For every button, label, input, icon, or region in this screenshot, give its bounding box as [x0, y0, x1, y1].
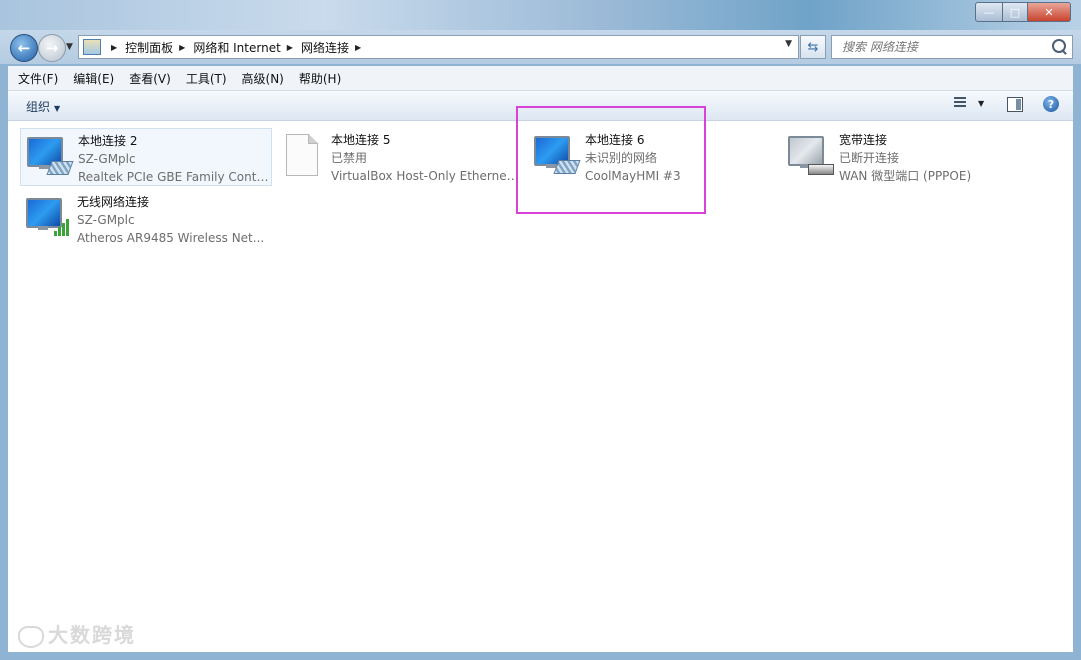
chevron-right-icon[interactable]: ▶ — [287, 43, 293, 52]
search-box[interactable] — [831, 35, 1073, 59]
breadcrumb-control-panel[interactable]: 控制面板 — [125, 39, 173, 56]
connection-device: Atheros AR9485 Wireless Net... — [77, 231, 265, 245]
address-bar[interactable]: ▶ 控制面板 ▶ 网络和 Internet ▶ 网络连接 ▶ ▼ — [78, 35, 799, 59]
connection-item-broadband[interactable]: 宽带连接 已断开连接 WAN 微型端口 (PPPOE) — [782, 128, 1032, 184]
window-controls: — □ ✕ — [975, 2, 1071, 22]
wireless-network-icon — [24, 194, 74, 242]
breadcrumb-network-connections[interactable]: 网络连接 — [301, 39, 349, 56]
refresh-icon: ⇆ — [807, 39, 819, 55]
control-panel-icon — [83, 39, 101, 55]
view-dropdown-icon[interactable]: ▼ — [978, 99, 984, 108]
connection-status: 已断开连接 — [839, 151, 900, 165]
breadcrumb-network-internet[interactable]: 网络和 Internet — [193, 39, 280, 56]
menu-bar: 文件(F) 编辑(E) 查看(V) 工具(T) 高级(N) 帮助(H) — [8, 66, 1073, 91]
wired-network-icon — [25, 133, 75, 181]
connection-status: SZ-GMplc — [77, 213, 135, 227]
connections-list: 本地连接 2 SZ-GMplc Realtek PCIe GBE Family … — [8, 106, 1073, 652]
back-button[interactable]: ← — [10, 34, 38, 62]
watermark-logo-icon — [18, 625, 44, 648]
maximize-button[interactable]: □ — [1003, 2, 1028, 22]
watermark: 大数跨境 — [18, 619, 136, 648]
connection-item-wireless[interactable]: 无线网络连接 SZ-GMplc Atheros AR9485 Wireless … — [20, 190, 270, 246]
organize-button[interactable]: 组织 ▼ — [26, 98, 60, 115]
connection-name: 本地连接 5 — [331, 133, 391, 147]
minimize-button[interactable]: — — [975, 2, 1003, 22]
broadband-modem-icon — [786, 132, 836, 180]
connection-name: 无线网络连接 — [77, 195, 150, 209]
connection-status: SZ-GMplc — [78, 152, 136, 166]
disabled-network-icon — [278, 132, 328, 180]
connection-name: 本地连接 2 — [78, 134, 138, 148]
menu-tools[interactable]: 工具(T) — [181, 70, 232, 87]
change-view-icon[interactable] — [954, 97, 970, 111]
chevron-right-icon[interactable]: ▶ — [179, 43, 185, 52]
help-icon[interactable]: ? — [1043, 96, 1059, 112]
organize-label: 组织 — [26, 100, 51, 114]
menu-advanced[interactable]: 高级(N) — [237, 70, 289, 87]
chevron-right-icon[interactable]: ▶ — [111, 43, 117, 52]
highlight-annotation-box — [516, 106, 706, 214]
history-dropdown-icon[interactable]: ▼ — [66, 42, 73, 52]
title-bar: — □ ✕ — [0, 0, 1081, 30]
connection-status: 已禁用 — [331, 151, 368, 165]
connection-device: VirtualBox Host-Only Ethernet ... — [331, 169, 523, 183]
preview-pane-icon[interactable] — [1007, 97, 1023, 112]
search-icon[interactable] — [1052, 39, 1066, 53]
close-button[interactable]: ✕ — [1028, 2, 1071, 22]
breadcrumb: ▶ 控制面板 ▶ 网络和 Internet ▶ 网络连接 ▶ — [105, 39, 369, 56]
menu-help[interactable]: 帮助(H) — [294, 70, 346, 87]
forward-button[interactable]: → — [38, 34, 66, 62]
refresh-button[interactable]: ⇆ — [800, 35, 826, 59]
connection-item-local-2[interactable]: 本地连接 2 SZ-GMplc Realtek PCIe GBE Family … — [20, 128, 272, 186]
menu-edit[interactable]: 编辑(E) — [68, 70, 119, 87]
connection-device: Realtek PCIe GBE Family Contr... — [78, 170, 270, 184]
menu-view[interactable]: 查看(V) — [124, 70, 176, 87]
search-input[interactable] — [840, 39, 1054, 55]
connection-device: WAN 微型端口 (PPPOE) — [839, 169, 972, 183]
navigation-bar: ← → ▼ ▶ 控制面板 ▶ 网络和 Internet ▶ 网络连接 ▶ ▼ ⇆ — [0, 30, 1081, 64]
connection-name: 宽带连接 — [839, 133, 888, 147]
chevron-down-icon: ▼ — [54, 104, 61, 113]
address-dropdown-icon[interactable]: ▼ — [785, 39, 792, 49]
connection-item-local-5[interactable]: 本地连接 5 已禁用 VirtualBox Host-Only Ethernet… — [274, 128, 524, 184]
chevron-right-icon[interactable]: ▶ — [355, 43, 361, 52]
menu-file[interactable]: 文件(F) — [13, 70, 63, 87]
